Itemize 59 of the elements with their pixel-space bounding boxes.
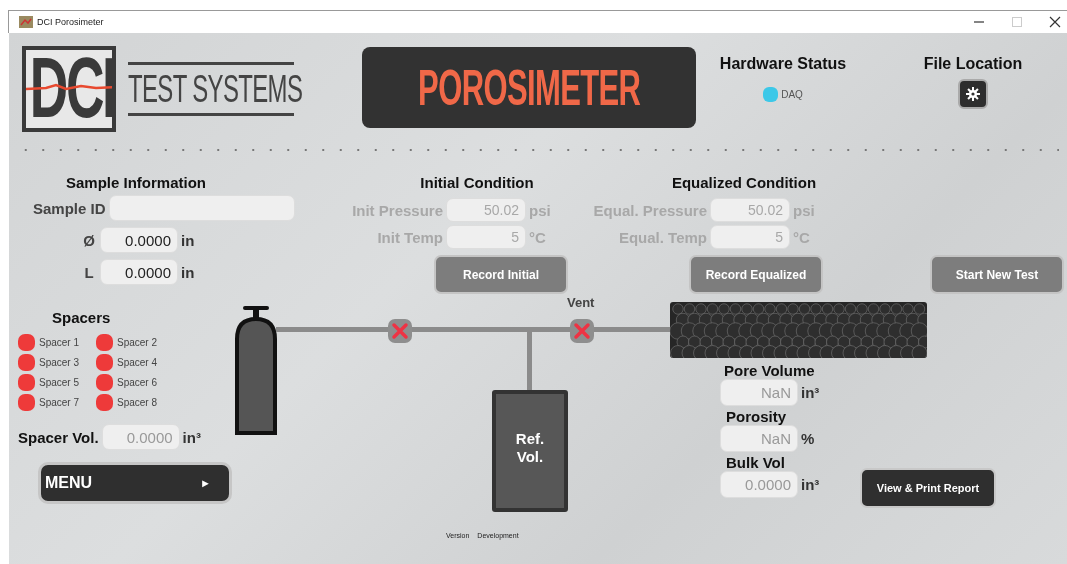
input-field[interactable] [108, 195, 295, 221]
unit-label: in³ [182, 428, 201, 446]
reference-volume-tank: Ref. Vol. [492, 390, 568, 512]
field-label: L [83, 263, 95, 281]
unit-label: in³ [801, 476, 820, 493]
spacer-label: Spacer 7 [39, 397, 80, 408]
input-field[interactable]: 0.0000 [100, 227, 178, 253]
field-label: Sample ID [33, 199, 106, 217]
unit-label: in³ [801, 384, 820, 401]
window-title: DCI Porosimeter [37, 17, 104, 27]
spacer-label: Spacer 3 [39, 357, 80, 368]
start-button[interactable]: Start New Test [930, 255, 1064, 294]
input-field[interactable]: 0.0000 [100, 259, 178, 285]
unit-label: in [181, 231, 195, 249]
spacer-indicator[interactable] [18, 334, 35, 351]
section-title: Spacers [52, 309, 112, 326]
field-label: Ø [82, 231, 96, 249]
settings-button[interactable] [958, 79, 988, 109]
record-button[interactable]: Record Initial [434, 255, 568, 294]
output-field: 0.0000 [720, 471, 798, 498]
section-title: File Location [923, 55, 1023, 73]
output-field: NaN [720, 425, 798, 452]
section-title: Equalized Condition [671, 174, 817, 191]
section-title: Sample Information [66, 174, 208, 191]
spacer-indicator[interactable] [96, 374, 113, 391]
field-label: Spacer Vol. [18, 428, 99, 446]
spacer-label: Spacer 1 [39, 337, 80, 348]
spacer-indicator[interactable] [18, 394, 35, 411]
closed-valve-icon[interactable] [570, 319, 594, 343]
menu-button[interactable]: MENU ► [38, 462, 232, 504]
title-banner: POROSIMETER [362, 47, 696, 128]
unit-label: % [801, 430, 815, 447]
output-field: NaN [720, 379, 798, 406]
maximize-icon[interactable] [1011, 16, 1023, 28]
section-title: Initial Condition [420, 174, 534, 191]
settings-icon [966, 87, 980, 101]
spacer-indicator[interactable] [96, 334, 113, 351]
spacer-label: Spacer 6 [117, 377, 158, 388]
spacer-indicator[interactable] [96, 394, 113, 411]
valve-label: Vent [567, 295, 595, 310]
closed-valve-icon[interactable] [388, 319, 412, 343]
spacer-indicator[interactable] [96, 354, 113, 371]
result-label: Porosity [726, 408, 786, 425]
result-label: Bulk Vol [726, 454, 785, 471]
input-field: 0.0000 [101, 424, 180, 450]
spacer-label: Spacer 4 [117, 357, 158, 368]
spacer-label: Spacer 5 [39, 377, 80, 388]
section-title: Hardware Status [719, 55, 847, 73]
status-label: DAQ [781, 89, 803, 100]
spacer-indicator[interactable] [18, 374, 35, 391]
spacer-label: Spacer 2 [117, 337, 158, 348]
spacer-indicator[interactable] [18, 354, 35, 371]
record-button[interactable]: Record Equalized [689, 255, 823, 294]
result-label: Pore Volume [724, 362, 815, 379]
spacer-label: Spacer 8 [117, 397, 158, 408]
unit-label: in [181, 263, 195, 281]
close-icon[interactable] [1049, 16, 1061, 28]
app-icon [19, 16, 33, 28]
report-button[interactable]: View & Print Report [860, 468, 996, 508]
